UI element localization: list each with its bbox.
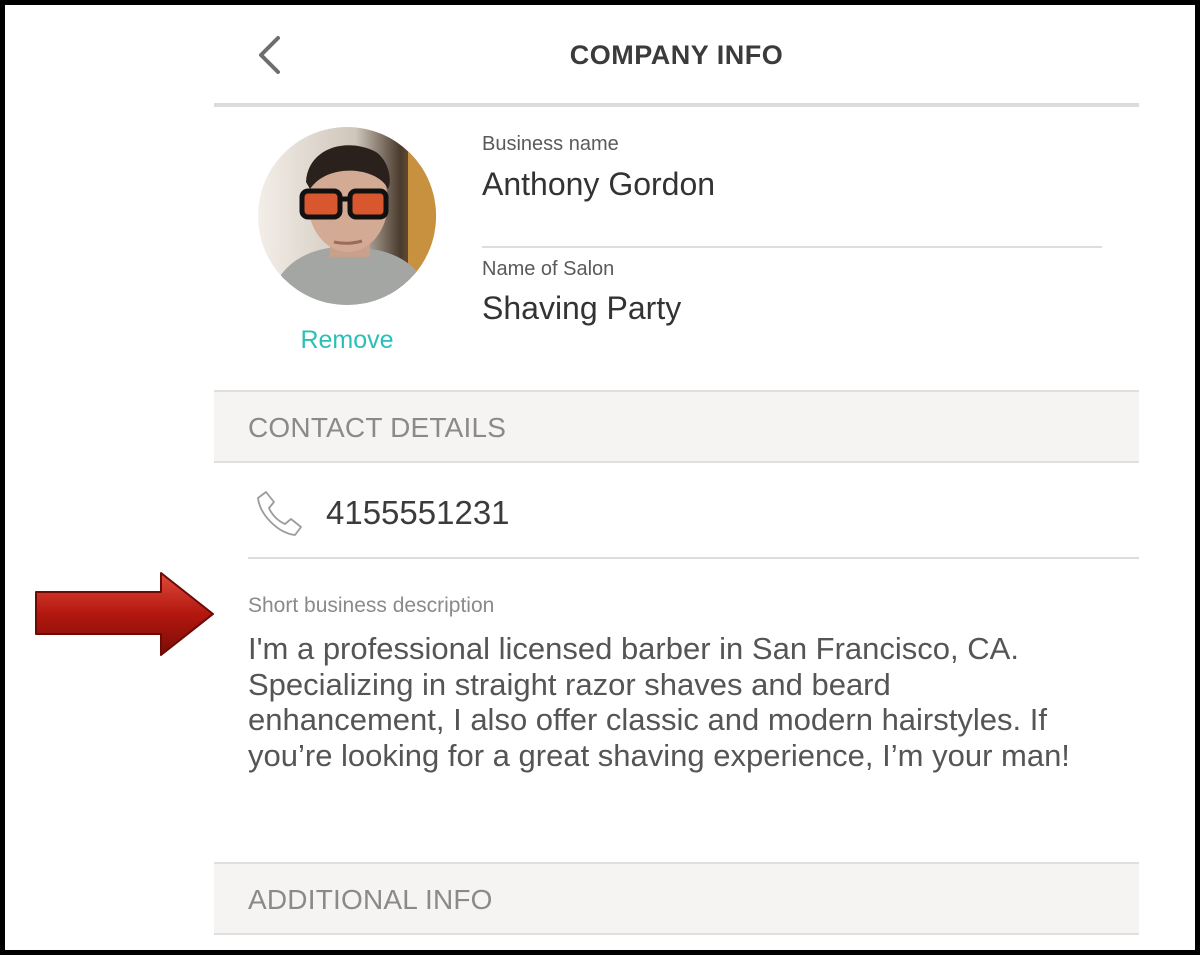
- phone-number-field[interactable]: 4155551231: [326, 494, 510, 532]
- avatar[interactable]: [258, 127, 436, 305]
- annotation-arrow: [35, 572, 214, 656]
- business-name-field[interactable]: Anthony Gordon: [482, 166, 715, 203]
- field-divider: [482, 246, 1102, 248]
- phone-divider: [248, 557, 1139, 559]
- short-description-label: Short business description: [248, 594, 495, 617]
- salon-name-label: Name of Salon: [482, 258, 615, 280]
- additional-info-section-header: ADDITIONAL INFO: [214, 862, 1139, 935]
- short-description-field[interactable]: I'm a professional licensed barber in Sa…: [248, 631, 1078, 773]
- remove-photo-link[interactable]: Remove: [258, 326, 436, 355]
- contact-details-section-header: CONTACT DETAILS: [214, 390, 1139, 463]
- additional-info-title: ADDITIONAL INFO: [248, 884, 493, 915]
- avatar-photo: [258, 127, 436, 305]
- salon-name-field[interactable]: Shaving Party: [482, 290, 681, 327]
- contact-details-title: CONTACT DETAILS: [248, 412, 507, 443]
- business-name-label: Business name: [482, 133, 619, 155]
- phone-icon: [254, 487, 306, 539]
- header-divider: [214, 103, 1139, 107]
- page-title: COMPANY INFO: [569, 40, 784, 70]
